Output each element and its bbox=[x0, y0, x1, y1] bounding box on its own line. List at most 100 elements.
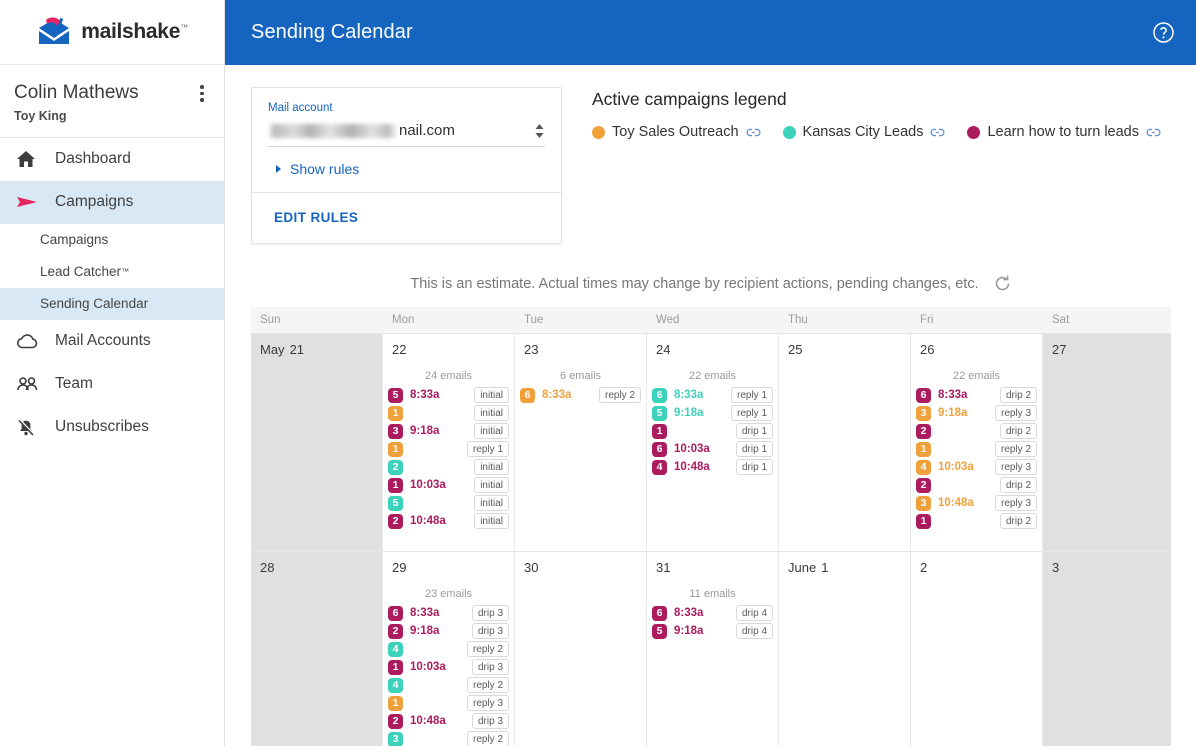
event-type-chip: reply 2 bbox=[466, 677, 509, 693]
calendar-day-cell[interactable] bbox=[779, 583, 911, 746]
calendar-day-number: 26 bbox=[920, 342, 935, 357]
calendar-date-label[interactable]: May 21 bbox=[251, 334, 383, 365]
mail-account-email-suffix: nail.com bbox=[399, 122, 455, 139]
calendar-event[interactable]: 1 drip 2 bbox=[916, 512, 1037, 530]
calendar-date-label[interactable]: 25 bbox=[779, 334, 911, 365]
event-time: 10:03a bbox=[938, 461, 974, 473]
calendar-event[interactable]: 1 reply 1 bbox=[388, 440, 509, 458]
calendar-day-cell[interactable]: 22 emails 6 8:33a reply 1 5 9:18a reply 1 1 drip… bbox=[647, 365, 779, 551]
calendar-event[interactable]: 2 10:48a initial bbox=[388, 512, 509, 530]
calendar-event[interactable]: 2 10:48a drip 3 bbox=[388, 712, 509, 730]
calendar-event[interactable]: 4 10:03a reply 3 bbox=[916, 458, 1037, 476]
refresh-icon[interactable] bbox=[993, 274, 1012, 293]
legend-entry[interactable]: Toy Sales Outreach bbox=[592, 124, 761, 140]
calendar-event[interactable]: 2 drip 2 bbox=[916, 476, 1037, 494]
link-icon[interactable] bbox=[1146, 127, 1161, 138]
calendar-event[interactable]: 5 9:18a drip 4 bbox=[652, 622, 773, 640]
calendar-day-cell[interactable] bbox=[1043, 583, 1171, 746]
link-icon[interactable] bbox=[930, 127, 945, 138]
calendar-date-label[interactable]: 24 bbox=[647, 334, 779, 365]
event-count-badge: 1 bbox=[652, 423, 667, 439]
kebab-menu-icon[interactable] bbox=[194, 85, 210, 103]
calendar-event[interactable]: 1 10:03a initial bbox=[388, 476, 509, 494]
calendar-week: May 21 22 23 24 25 26 27 24 emails 5 8:33a initial 1… bbox=[251, 333, 1171, 551]
calendar-date-label[interactable]: 23 bbox=[515, 334, 647, 365]
calendar-event[interactable]: 1 reply 2 bbox=[916, 440, 1037, 458]
calendar-date-label[interactable]: 28 bbox=[251, 552, 383, 583]
sidebar-subitem-lead-catcher[interactable]: Lead Catcher ™ bbox=[0, 256, 224, 288]
calendar-day-cell[interactable] bbox=[779, 365, 911, 551]
calendar-date-label[interactable]: 3 bbox=[1043, 552, 1171, 583]
calendar-event[interactable]: 6 8:33a drip 2 bbox=[916, 386, 1037, 404]
calendar-event[interactable]: 3 reply 2 bbox=[388, 730, 509, 746]
sidebar-item-team[interactable]: Team bbox=[0, 363, 224, 406]
calendar-day-cell[interactable]: 23 emails 6 8:33a drip 3 2 9:18a drip 3 4 reply … bbox=[383, 583, 515, 746]
calendar-event[interactable]: 2 9:18a drip 3 bbox=[388, 622, 509, 640]
link-icon[interactable] bbox=[746, 127, 761, 138]
help-circle-icon[interactable] bbox=[1152, 21, 1175, 44]
calendar-event[interactable]: 6 8:33a reply 2 bbox=[520, 386, 641, 404]
calendar-date-label[interactable]: 30 bbox=[515, 552, 647, 583]
calendar-event[interactable]: 5 initial bbox=[388, 494, 509, 512]
calendar-event[interactable]: 2 initial bbox=[388, 458, 509, 476]
sidebar-item-dashboard[interactable]: Dashboard bbox=[0, 138, 224, 181]
calendar-date-label[interactable]: 29 bbox=[383, 552, 515, 583]
sidebar-item-unsubscribes[interactable]: Unsubscribes bbox=[0, 406, 224, 449]
event-count-badge: 4 bbox=[388, 677, 403, 693]
calendar-date-label[interactable]: 2 bbox=[911, 552, 1043, 583]
show-rules-toggle[interactable]: Show rules bbox=[268, 147, 545, 192]
calendar-day-cell[interactable] bbox=[515, 583, 647, 746]
day-email-count: 23 emails bbox=[424, 588, 473, 600]
calendar-day-number: 29 bbox=[392, 560, 407, 575]
calendar-event[interactable]: 6 8:33a drip 4 bbox=[652, 604, 773, 622]
calendar-date-label[interactable]: 22 bbox=[383, 334, 515, 365]
event-type-chip: reply 2 bbox=[466, 731, 509, 746]
legend-entry[interactable]: Kansas City Leads bbox=[782, 124, 946, 140]
calendar-day-cell[interactable] bbox=[1043, 365, 1171, 551]
brand-logo[interactable]: mailshake™ bbox=[0, 0, 224, 65]
sidebar-item-mail-accounts[interactable]: Mail Accounts bbox=[0, 320, 224, 363]
calendar-event[interactable]: 6 8:33a reply 1 bbox=[652, 386, 773, 404]
calendar-day-cell[interactable]: 11 emails 6 8:33a drip 4 5 9:18a drip 4 bbox=[647, 583, 779, 746]
sidebar-subitem-campaigns[interactable]: Campaigns bbox=[0, 224, 224, 256]
calendar-date-label[interactable]: 27 bbox=[1043, 334, 1171, 365]
sidebar-nav: Dashboard Campaigns Campaigns Lead Catch… bbox=[0, 138, 224, 449]
calendar-event[interactable]: 3 9:18a initial bbox=[388, 422, 509, 440]
sidebar-subitem-sending-calendar[interactable]: Sending Calendar bbox=[0, 287, 224, 320]
calendar-date-label[interactable]: 31 bbox=[647, 552, 779, 583]
calendar-event[interactable]: 2 drip 2 bbox=[916, 422, 1037, 440]
calendar-date-label[interactable]: 26 bbox=[911, 334, 1043, 365]
sidebar-item-campaigns[interactable]: Campaigns bbox=[0, 180, 224, 224]
calendar-event[interactable]: 1 drip 1 bbox=[652, 422, 773, 440]
calendar-event[interactable]: 3 9:18a reply 3 bbox=[916, 404, 1037, 422]
day-name: Fri bbox=[920, 314, 934, 326]
mail-account-select[interactable]: nail.com bbox=[268, 122, 545, 147]
select-arrows-icon[interactable] bbox=[534, 123, 545, 139]
legend-entry[interactable]: Learn how to turn leads bbox=[967, 124, 1161, 140]
campaign-name: Learn how to turn leads bbox=[987, 124, 1139, 140]
event-count-badge: 3 bbox=[388, 423, 403, 439]
calendar-day-cell[interactable]: 6 emails 6 8:33a reply 2 bbox=[515, 365, 647, 551]
calendar-event[interactable]: 4 10:48a drip 1 bbox=[652, 458, 773, 476]
calendar-event[interactable]: 6 10:03a drip 1 bbox=[652, 440, 773, 458]
calendar-event[interactable]: 4 reply 2 bbox=[388, 676, 509, 694]
edit-rules-button[interactable]: EDIT RULES bbox=[274, 210, 358, 225]
event-count-badge: 1 bbox=[388, 441, 403, 457]
day-email-count: 24 emails bbox=[424, 370, 473, 382]
calendar-month-label: June bbox=[788, 560, 817, 575]
calendar-event[interactable]: 4 reply 2 bbox=[388, 640, 509, 658]
calendar-date-label[interactable]: June 1 bbox=[779, 552, 911, 583]
calendar-day-cell[interactable] bbox=[251, 583, 383, 746]
calendar-day-cell[interactable]: 22 emails 6 8:33a drip 2 3 9:18a reply 3 2 drip … bbox=[911, 365, 1043, 551]
calendar-event[interactable]: 3 10:48a reply 3 bbox=[916, 494, 1037, 512]
calendar-event[interactable]: 5 8:33a initial bbox=[388, 386, 509, 404]
campaign-color-dot bbox=[592, 125, 605, 139]
calendar-event[interactable]: 1 reply 3 bbox=[388, 694, 509, 712]
calendar-event[interactable]: 1 10:03a drip 3 bbox=[388, 658, 509, 676]
calendar-event[interactable]: 1 initial bbox=[388, 404, 509, 422]
calendar-day-cell[interactable]: 24 emails 5 8:33a initial 1 initial 3 9:18a init… bbox=[383, 365, 515, 551]
calendar-event[interactable]: 6 8:33a drip 3 bbox=[388, 604, 509, 622]
calendar-day-cell[interactable] bbox=[251, 365, 383, 551]
calendar-event[interactable]: 5 9:18a reply 1 bbox=[652, 404, 773, 422]
calendar-day-cell[interactable] bbox=[911, 583, 1043, 746]
